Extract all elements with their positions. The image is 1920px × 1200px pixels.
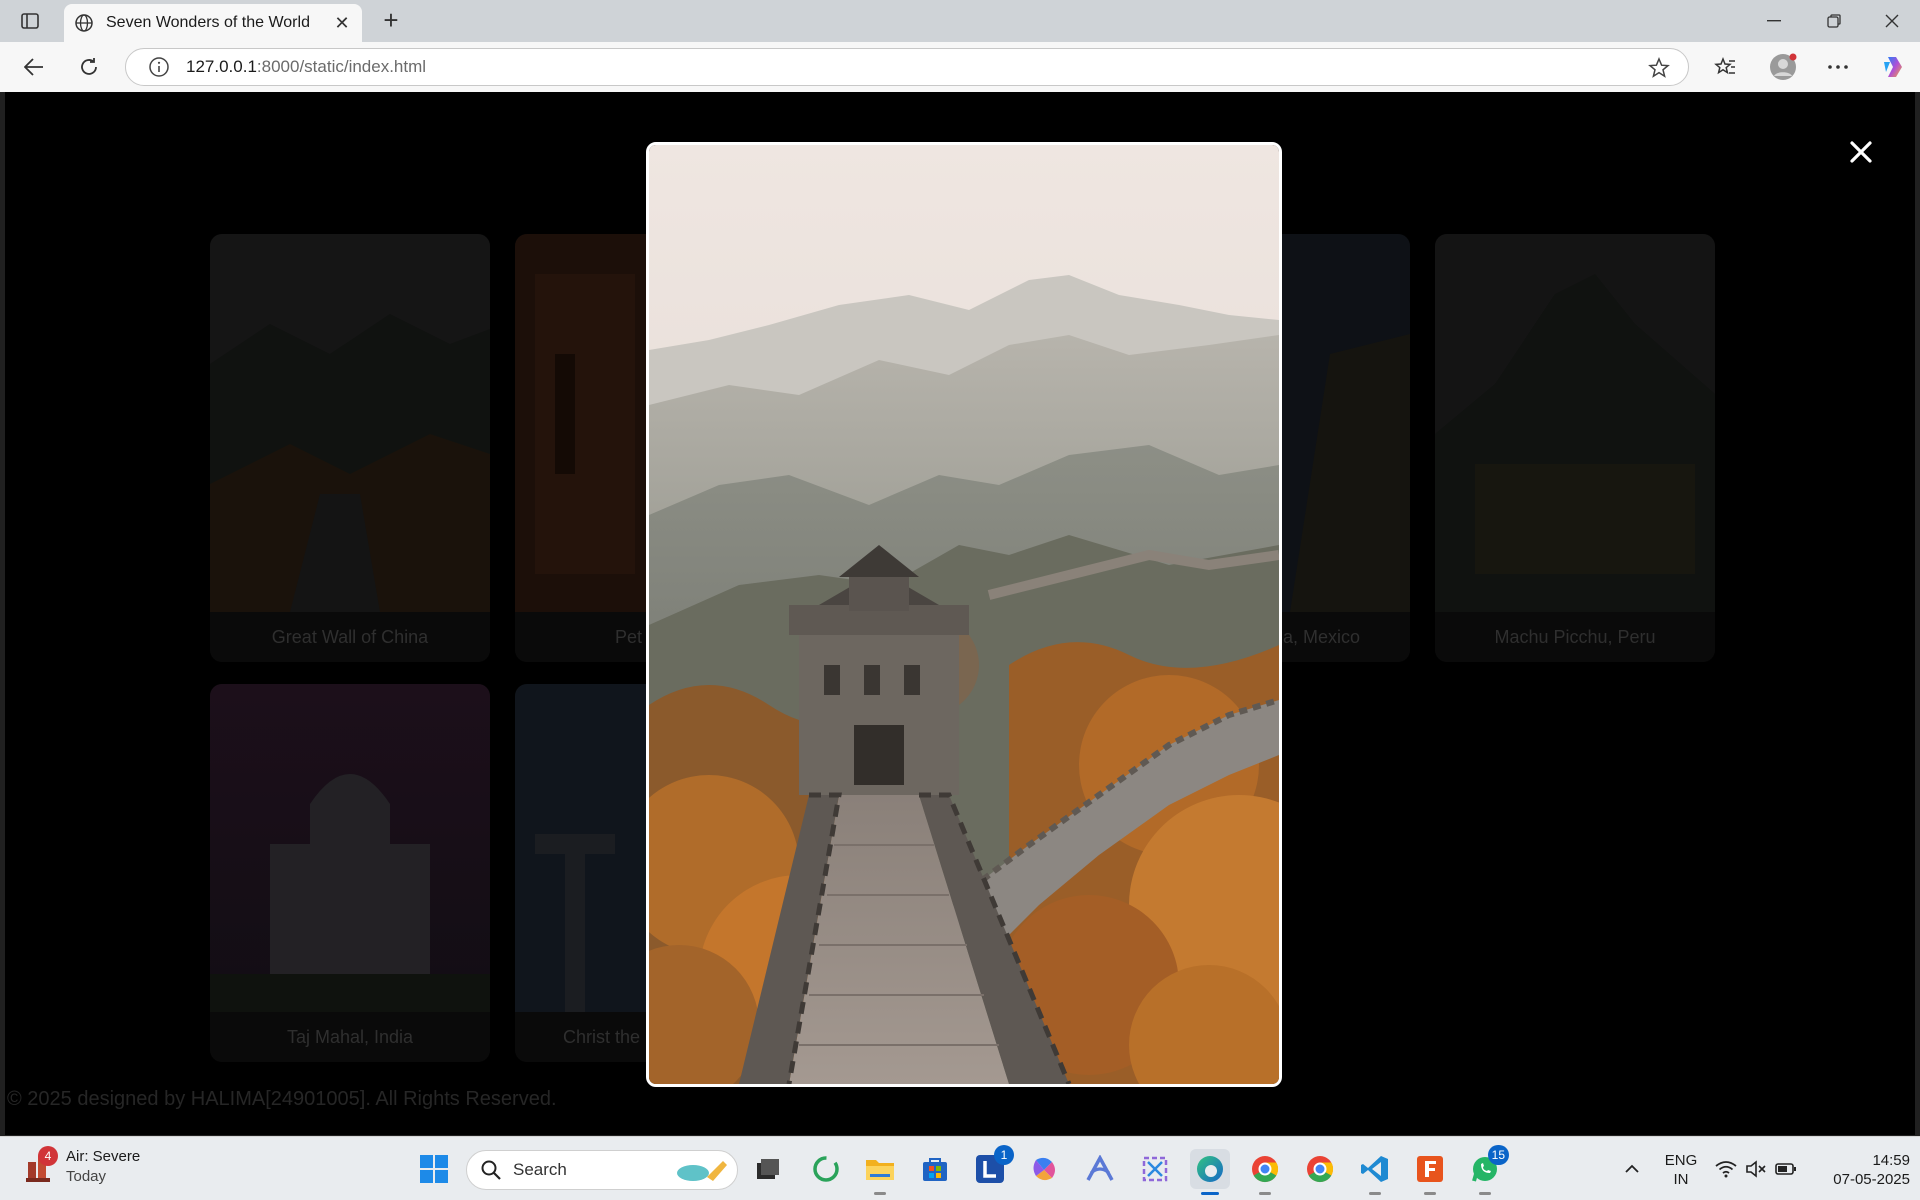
search-highlight-icon	[677, 1161, 727, 1181]
wonder-card-taj-mahal[interactable]: Taj Mahal, India	[210, 684, 490, 1062]
windows-taskbar: 4 Air: Severe Today Search 1 15 ENG IN 1…	[0, 1136, 1920, 1200]
wonder-card-machu-picchu[interactable]: Machu Picchu, Peru	[1435, 234, 1715, 662]
taj-mahal-thumbnail	[210, 684, 490, 1012]
great-wall-thumbnail	[210, 234, 490, 612]
copilot-taskbar-icon[interactable]	[806, 1149, 846, 1189]
weather-alert-badge: 4	[38, 1146, 58, 1166]
running-indicator	[1369, 1192, 1381, 1195]
fl-studio-icon[interactable]	[1410, 1149, 1450, 1195]
profile-avatar-icon[interactable]	[1767, 51, 1799, 83]
notification-badge: 15	[1487, 1145, 1509, 1165]
running-indicator	[1479, 1192, 1491, 1195]
great-wall-photo	[649, 145, 1279, 1084]
whatsapp-icon[interactable]: 15	[1465, 1145, 1509, 1195]
battery-icon[interactable]	[1768, 1149, 1804, 1189]
clock[interactable]: 14:59 07-05-2025	[1810, 1151, 1910, 1189]
taskbar-search-box[interactable]: Search	[466, 1150, 738, 1190]
edge-browser-icon[interactable]	[1190, 1149, 1230, 1195]
weather-subtitle: Today	[66, 1168, 107, 1185]
file-explorer-icon[interactable]	[860, 1149, 900, 1195]
arc-app-icon[interactable]	[1080, 1149, 1120, 1189]
l-app-icon[interactable]: 1	[970, 1145, 1014, 1189]
card-caption: Great Wall of China	[210, 612, 490, 662]
language-indicator[interactable]: ENG IN	[1656, 1151, 1706, 1189]
url-text: 127.0.0.1:8000/static/index.html	[186, 57, 427, 76]
minimize-icon[interactable]	[1746, 0, 1802, 42]
weather-widget[interactable]: 4 Air: Severe Today	[22, 1146, 141, 1187]
task-view-icon[interactable]	[748, 1149, 788, 1189]
close-tab-icon[interactable]: ✕	[332, 13, 352, 33]
running-indicator	[1424, 1192, 1436, 1195]
weather-title: Air: Severe	[66, 1148, 141, 1165]
chrome-profile-icon[interactable]	[1300, 1149, 1340, 1189]
air-quality-icon: 4	[22, 1146, 58, 1184]
favorite-star-icon[interactable]	[1648, 57, 1670, 79]
active-indicator	[1201, 1192, 1219, 1195]
tab-actions-icon[interactable]	[14, 8, 46, 34]
restore-icon[interactable]	[1806, 0, 1862, 42]
card-caption: Taj Mahal, India	[210, 1012, 490, 1062]
search-icon	[481, 1160, 501, 1180]
machu-picchu-thumbnail	[1435, 234, 1715, 612]
footer-copyright: © 2025 designed by HALIMA[24901005]. All…	[7, 1088, 557, 1110]
globe-icon	[75, 14, 93, 32]
search-label: Search	[513, 1160, 567, 1179]
close-icon	[1850, 141, 1872, 163]
snipping-tool-icon[interactable]	[1135, 1149, 1175, 1189]
browser-tab-bar: Seven Wonders of the World ✕ +	[0, 0, 1920, 42]
close-window-icon[interactable]	[1864, 0, 1920, 42]
lightbox-image-great-wall	[646, 142, 1282, 1087]
more-options-icon[interactable]	[1822, 51, 1854, 83]
vscode-icon[interactable]	[1355, 1149, 1395, 1195]
show-hidden-icons-chevron-icon[interactable]	[1612, 1149, 1652, 1189]
running-indicator	[874, 1192, 886, 1195]
tab-title: Seven Wonders of the World	[106, 14, 310, 31]
new-tab-icon[interactable]: +	[376, 7, 406, 34]
copilot-icon[interactable]	[1877, 51, 1909, 83]
running-indicator	[1259, 1192, 1271, 1195]
notification-badge: 1	[994, 1145, 1014, 1165]
back-icon[interactable]	[18, 51, 50, 83]
address-bar[interactable]: 127.0.0.1:8000/static/index.html	[125, 48, 1689, 86]
browser-toolbar: 127.0.0.1:8000/static/index.html	[0, 42, 1920, 92]
start-button-icon[interactable]	[414, 1149, 454, 1189]
microsoft-store-icon[interactable]	[915, 1149, 955, 1189]
close-lightbox-button[interactable]	[1843, 134, 1879, 170]
card-caption: Machu Picchu, Peru	[1435, 612, 1715, 662]
page-content: Great Wall of China Pet za, Mexico Machu…	[5, 92, 1915, 1135]
favorites-icon[interactable]	[1709, 51, 1741, 83]
chrome-icon[interactable]	[1245, 1149, 1285, 1195]
site-info-icon[interactable]	[148, 56, 170, 78]
refresh-icon[interactable]	[73, 51, 105, 83]
microsoft-365-copilot-icon[interactable]	[1025, 1149, 1065, 1189]
browser-tab-active[interactable]: Seven Wonders of the World ✕	[64, 4, 362, 42]
wonder-card-great-wall[interactable]: Great Wall of China	[210, 234, 490, 662]
